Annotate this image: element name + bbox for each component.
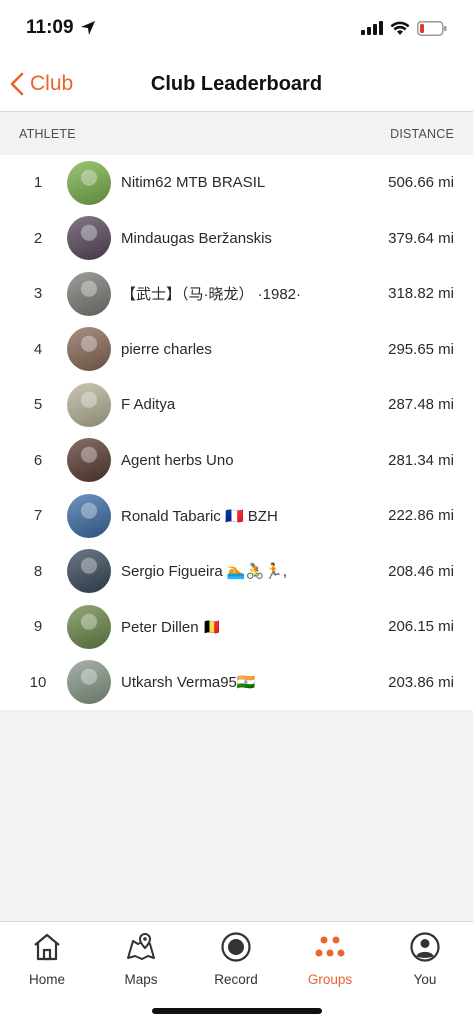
athlete-name[interactable]: Utkarsh Verma95🇮🇳 (121, 673, 256, 691)
profile-icon (410, 932, 440, 962)
leaderboard-row[interactable]: 5 F Aditya 287.48 mi (0, 377, 473, 433)
leaderboard-row[interactable]: 1 Nitim62 MTB BRASIL 506.66 mi (0, 155, 473, 211)
athlete-name[interactable]: Sergio Figueira 🏊🚴🏃, (121, 562, 287, 580)
battery-low-icon (417, 20, 447, 36)
tab-record-label: Record (214, 972, 258, 987)
avatar[interactable] (67, 660, 111, 705)
athlete-distance: 208.46 mi (388, 562, 454, 580)
tab-record[interactable]: Record (189, 930, 283, 990)
athlete-distance: 506.66 mi (388, 174, 454, 192)
chevron-left-icon (10, 72, 24, 96)
athlete-column-label: ATHLETE (19, 126, 76, 141)
tab-maps-label: Maps (124, 972, 158, 987)
map-icon (127, 932, 155, 960)
leaderboard-row[interactable]: 7 Ronald Tabaric 🇫🇷 BZH 222.86 mi (0, 488, 473, 544)
location-arrow-icon (80, 21, 95, 35)
nav-header: Club Club Leaderboard (0, 56, 473, 112)
tab-maps[interactable]: Maps (94, 930, 188, 990)
athlete-name[interactable]: 【武士】（马·晓龙） ·1982· (121, 283, 301, 304)
athlete-distance: 379.64 mi (388, 229, 454, 247)
rank-number: 10 (29, 673, 47, 691)
leaderboard-row[interactable]: 2 Mindaugas Beržanskis 379.64 mi (0, 211, 473, 267)
rank-number: 4 (33, 340, 43, 358)
status-indicators (361, 20, 447, 36)
leaderboard-row[interactable]: 8 Sergio Figueira 🏊🚴🏃, 208.46 mi (0, 544, 473, 600)
athlete-name[interactable]: pierre charles (121, 341, 212, 358)
athlete-name[interactable]: Ronald Tabaric 🇫🇷 BZH (121, 507, 278, 525)
back-label: Club (30, 72, 74, 95)
status-time: 11:09 (26, 17, 96, 39)
tab-groups[interactable]: Groups (283, 930, 377, 990)
leaderboard-list: 1 Nitim62 MTB BRASIL 506.66 mi 2 Mindaugas B… (0, 155, 473, 710)
groups-icon (315, 936, 345, 957)
athlete-distance: 203.86 mi (388, 673, 454, 691)
athlete-name[interactable]: Nitim62 MTB BRASIL (121, 174, 265, 191)
home-indicator (152, 1008, 322, 1014)
rank-number: 7 (33, 507, 43, 525)
leaderboard-row[interactable]: 10 Utkarsh Verma95🇮🇳 203.86 mi (0, 655, 473, 711)
athlete-distance: 287.48 mi (388, 396, 454, 414)
column-header: ATHLETE DISTANCE (0, 112, 473, 155)
avatar[interactable] (67, 549, 111, 594)
avatar[interactable] (67, 327, 111, 372)
rank-number: 3 (33, 285, 43, 303)
avatar[interactable] (67, 160, 111, 205)
tab-home[interactable]: Home (0, 930, 94, 990)
tab-you[interactable]: You (378, 930, 472, 990)
home-icon (34, 933, 60, 961)
athlete-distance: 318.82 mi (388, 285, 454, 303)
rank-number: 5 (33, 396, 43, 414)
athlete-name[interactable]: F Aditya (121, 396, 175, 413)
rank-number: 8 (33, 562, 43, 580)
athlete-name[interactable]: Peter Dillen 🇧🇪 (121, 618, 221, 636)
wifi-icon (390, 21, 410, 35)
tab-groups-label: Groups (307, 972, 353, 987)
distance-column-label: DISTANCE (390, 126, 454, 141)
athlete-name[interactable]: Agent herbs Uno (121, 452, 234, 469)
avatar[interactable] (67, 493, 111, 538)
athlete-distance: 295.65 mi (388, 340, 454, 358)
avatar[interactable] (67, 271, 111, 316)
leaderboard-row[interactable]: 6 Agent herbs Uno 281.34 mi (0, 433, 473, 489)
avatar[interactable] (67, 382, 111, 427)
avatar[interactable] (67, 604, 111, 649)
status-bar: 11:09 (0, 0, 473, 56)
leaderboard-row[interactable]: 4 pierre charles 295.65 mi (0, 322, 473, 378)
athlete-name[interactable]: Mindaugas Beržanskis (121, 230, 272, 247)
rank-number: 1 (33, 174, 43, 192)
leaderboard-row[interactable]: 3 【武士】（马·晓龙） ·1982· 318.82 mi (0, 266, 473, 322)
avatar[interactable] (67, 438, 111, 483)
back-button[interactable]: Club (10, 68, 73, 100)
clock-text: 11:09 (26, 17, 74, 38)
tab-you-label: You (413, 972, 437, 987)
cellular-signal-icon (361, 21, 383, 35)
tab-home-label: Home (28, 972, 65, 987)
rank-number: 6 (33, 451, 43, 469)
rank-number: 9 (33, 618, 43, 636)
athlete-distance: 281.34 mi (388, 451, 454, 469)
athlete-distance: 222.86 mi (388, 507, 454, 525)
avatar[interactable] (67, 216, 111, 261)
leaderboard-row[interactable]: 9 Peter Dillen 🇧🇪 206.15 mi (0, 599, 473, 655)
record-icon (221, 932, 251, 962)
athlete-distance: 206.15 mi (388, 618, 454, 636)
rank-number: 2 (33, 229, 43, 247)
